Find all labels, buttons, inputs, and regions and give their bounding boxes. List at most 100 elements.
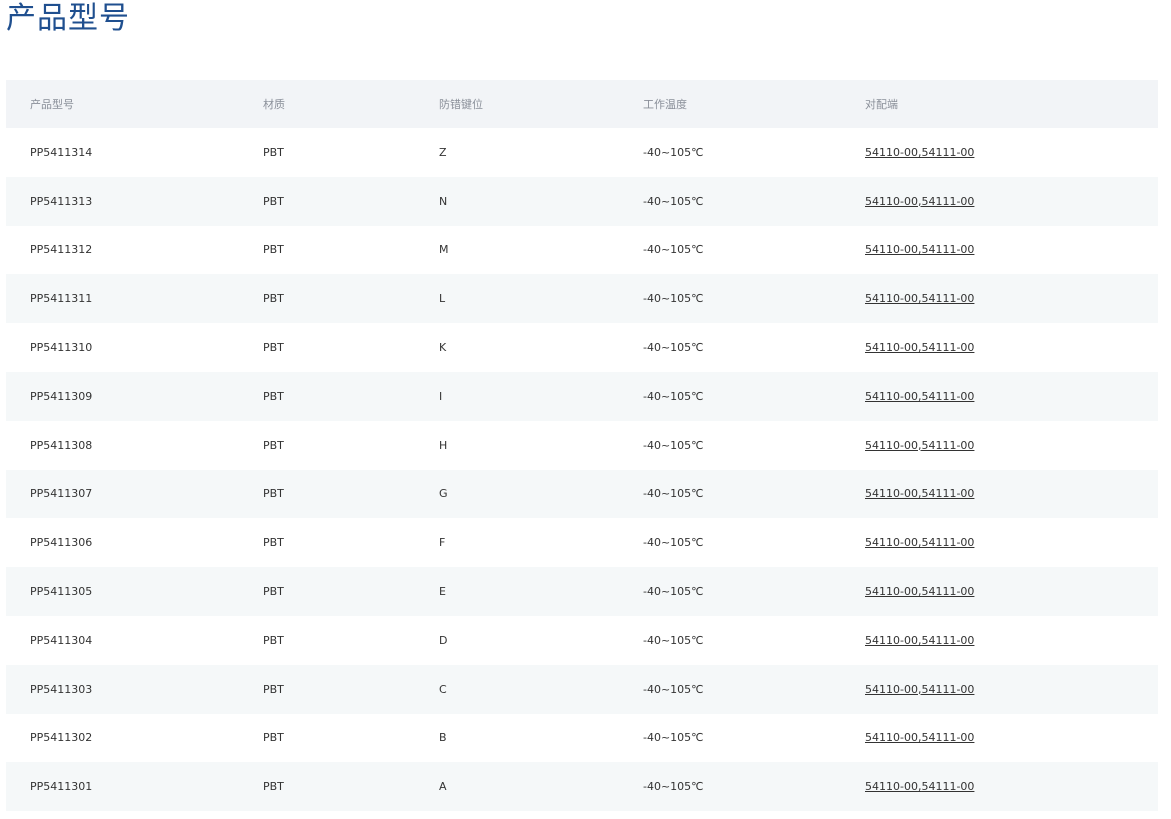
cell-material: PBT bbox=[263, 341, 284, 355]
cell-model: PP5411308 bbox=[30, 438, 93, 452]
cell-key: G bbox=[439, 487, 448, 501]
mating-link[interactable]: 54110-00 bbox=[865, 292, 918, 305]
cell-temp: -40~105℃ bbox=[643, 243, 704, 257]
mating-link[interactable]: 54111-00 bbox=[921, 439, 974, 452]
cell-mating: 54110-00, 54111-00 bbox=[865, 567, 974, 616]
header-material: 材质 bbox=[263, 98, 285, 111]
table-row: PP5411311 PBT L -40~105℃ 54110-00, 54111-00 bbox=[6, 274, 1158, 324]
mating-link[interactable]: 54110-00 bbox=[865, 243, 918, 256]
cell-key: K bbox=[439, 341, 447, 355]
mating-link[interactable]: 54110-00 bbox=[865, 780, 918, 793]
mating-link[interactable]: 54110-00 bbox=[865, 683, 918, 696]
cell-key: F bbox=[439, 536, 446, 550]
cell-material: PBT bbox=[263, 536, 284, 550]
cell-model: PP5411310 bbox=[30, 341, 93, 355]
cell-material: PBT bbox=[263, 585, 284, 599]
cell-material: PBT bbox=[263, 633, 284, 647]
cell-model: PP5411309 bbox=[30, 389, 93, 403]
cell-key: D bbox=[439, 633, 448, 647]
table-row: PP5411309 PBT I -40~105℃ 54110-00, 54111-00 bbox=[6, 371, 1158, 421]
table-row: PP5411304 PBT D -40~105℃ 54110-00, 54111-00 bbox=[6, 615, 1158, 665]
cell-mating: 54110-00, 54111-00 bbox=[865, 714, 974, 763]
cell-model: PP5411307 bbox=[30, 487, 93, 501]
mating-link[interactable]: 54111-00 bbox=[921, 292, 974, 305]
cell-temp: -40~105℃ bbox=[643, 145, 704, 159]
cell-temp: -40~105℃ bbox=[643, 438, 704, 452]
cell-temp: -40~105℃ bbox=[643, 487, 704, 501]
mating-link[interactable]: 54111-00 bbox=[921, 243, 974, 256]
mating-link[interactable]: 54110-00 bbox=[865, 536, 918, 549]
product-table: 产品型号 材质 防错键位 工作温度 对配端 PP5411314 PBT Z -40~1… bbox=[6, 80, 1158, 812]
cell-temp: -40~105℃ bbox=[643, 731, 704, 745]
cell-model: PP5411313 bbox=[30, 194, 93, 208]
cell-temp: -40~105℃ bbox=[643, 633, 704, 647]
table-row: PP5411301 PBT A -40~105℃ 54110-00, 54111-00 bbox=[6, 762, 1158, 812]
mating-link[interactable]: 54111-00 bbox=[921, 390, 974, 403]
mating-link[interactable]: 54110-00 bbox=[865, 390, 918, 403]
table-row: PP5411306 PBT F -40~105℃ 54110-00, 54111-00 bbox=[6, 518, 1158, 568]
cell-temp: -40~105℃ bbox=[643, 389, 704, 403]
mating-link[interactable]: 54110-00 bbox=[865, 585, 918, 598]
mating-link[interactable]: 54111-00 bbox=[921, 146, 974, 159]
mating-link[interactable]: 54110-00 bbox=[865, 731, 918, 744]
table-body: PP5411314 PBT Z -40~105℃ 54110-00, 54111-00 PP… bbox=[6, 128, 1158, 812]
mating-link[interactable]: 54110-00 bbox=[865, 195, 918, 208]
mating-link[interactable]: 54111-00 bbox=[921, 780, 974, 793]
cell-model: PP5411312 bbox=[30, 243, 93, 257]
cell-mating: 54110-00, 54111-00 bbox=[865, 372, 974, 421]
table-row: PP5411310 PBT K -40~105℃ 54110-00, 54111-00 bbox=[6, 323, 1158, 372]
cell-key: A bbox=[439, 780, 447, 794]
cell-key: N bbox=[439, 194, 448, 208]
mating-link[interactable]: 54110-00 bbox=[865, 341, 918, 354]
table-row: PP5411314 PBT Z -40~105℃ 54110-00, 54111-00 bbox=[6, 128, 1158, 177]
cell-mating: 54110-00, 54111-00 bbox=[865, 177, 974, 226]
mating-link[interactable]: 54111-00 bbox=[921, 341, 974, 354]
cell-material: PBT bbox=[263, 682, 284, 696]
mating-link[interactable]: 54110-00 bbox=[865, 439, 918, 452]
cell-model: PP5411314 bbox=[30, 145, 93, 159]
cell-material: PBT bbox=[263, 145, 284, 159]
cell-material: PBT bbox=[263, 243, 284, 257]
cell-model: PP5411311 bbox=[30, 292, 93, 306]
mating-link[interactable]: 54111-00 bbox=[921, 487, 974, 500]
cell-mating: 54110-00, 54111-00 bbox=[865, 665, 974, 714]
cell-mating: 54110-00, 54111-00 bbox=[865, 128, 974, 177]
mating-link[interactable]: 54111-00 bbox=[921, 731, 974, 744]
header-model: 产品型号 bbox=[30, 98, 74, 111]
table-header-row: 产品型号 材质 防错键位 工作温度 对配端 bbox=[6, 80, 1158, 128]
cell-material: PBT bbox=[263, 194, 284, 208]
cell-key: H bbox=[439, 438, 448, 452]
cell-key: B bbox=[439, 731, 447, 745]
cell-mating: 54110-00, 54111-00 bbox=[865, 762, 974, 811]
cell-material: PBT bbox=[263, 487, 284, 501]
cell-material: PBT bbox=[263, 780, 284, 794]
mating-link[interactable]: 54111-00 bbox=[921, 536, 974, 549]
table-row: PP5411308 PBT H -40~105℃ 54110-00, 54111-00 bbox=[6, 420, 1158, 470]
mating-link[interactable]: 54111-00 bbox=[921, 585, 974, 598]
cell-model: PP5411304 bbox=[30, 633, 93, 647]
cell-model: PP5411305 bbox=[30, 585, 93, 599]
cell-mating: 54110-00, 54111-00 bbox=[865, 421, 974, 470]
cell-temp: -40~105℃ bbox=[643, 292, 704, 306]
mating-link[interactable]: 54111-00 bbox=[921, 634, 974, 647]
cell-model: PP5411303 bbox=[30, 682, 93, 696]
mating-link[interactable]: 54111-00 bbox=[921, 195, 974, 208]
cell-key: Z bbox=[439, 145, 447, 159]
mating-link[interactable]: 54111-00 bbox=[921, 683, 974, 696]
cell-model: PP5411302 bbox=[30, 731, 93, 745]
cell-key: C bbox=[439, 682, 447, 696]
mating-link[interactable]: 54110-00 bbox=[865, 146, 918, 159]
table-row: PP5411305 PBT E -40~105℃ 54110-00, 54111-00 bbox=[6, 567, 1158, 616]
table-row: PP5411313 PBT N -40~105℃ 54110-00, 54111-00 bbox=[6, 176, 1158, 226]
cell-mating: 54110-00, 54111-00 bbox=[865, 274, 974, 323]
mating-link[interactable]: 54110-00 bbox=[865, 634, 918, 647]
header-mating: 对配端 bbox=[865, 98, 898, 111]
cell-mating: 54110-00, 54111-00 bbox=[865, 323, 974, 372]
cell-material: PBT bbox=[263, 389, 284, 403]
cell-key: E bbox=[439, 585, 446, 599]
table-row: PP5411303 PBT C -40~105℃ 54110-00, 54111-00 bbox=[6, 664, 1158, 714]
cell-material: PBT bbox=[263, 292, 284, 306]
cell-model: PP5411301 bbox=[30, 780, 93, 794]
mating-link[interactable]: 54110-00 bbox=[865, 487, 918, 500]
table-row: PP5411307 PBT G -40~105℃ 54110-00, 54111-00 bbox=[6, 469, 1158, 519]
